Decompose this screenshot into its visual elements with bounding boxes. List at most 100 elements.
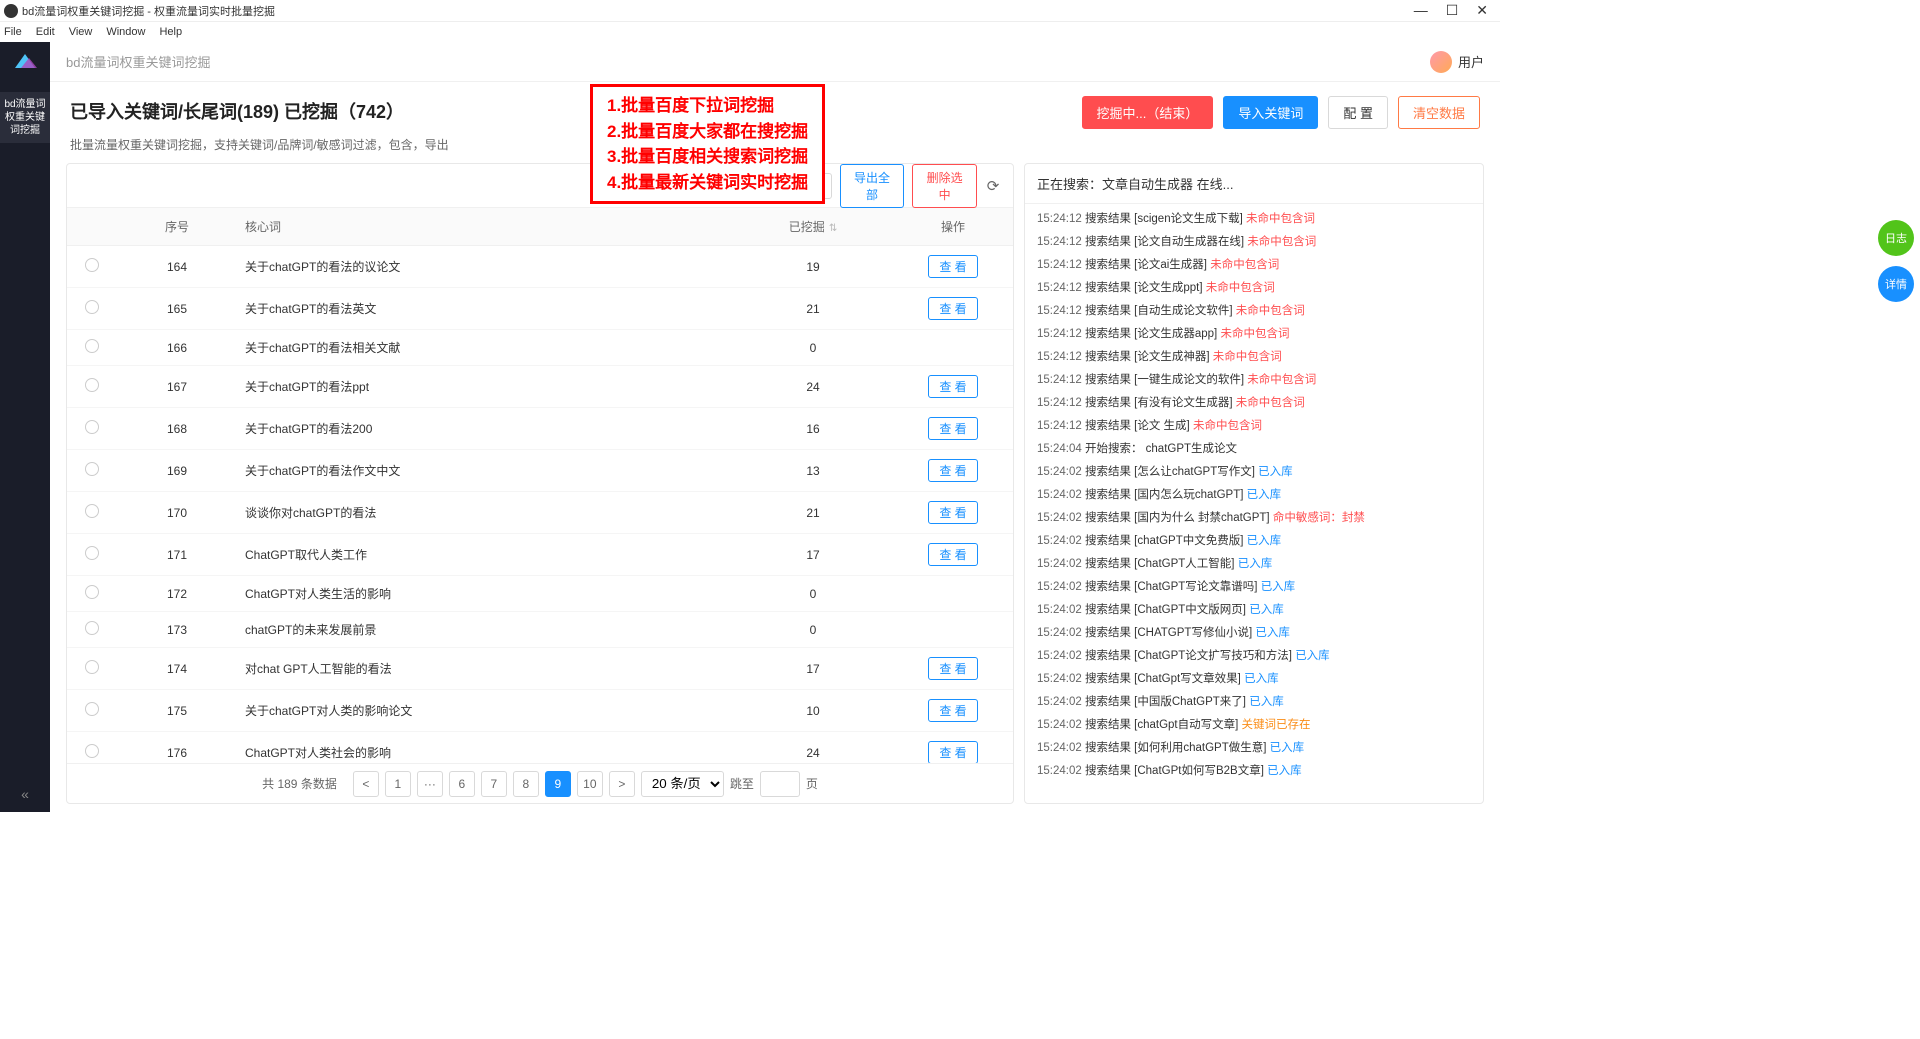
table-row: 165 关于chatGPT的看法英文 21 查 看 bbox=[67, 288, 1013, 330]
table-scroll[interactable]: 序号 核心词 已挖掘⇅ 操作 164 关于chatGPT的看法的议论文 19 查… bbox=[67, 208, 1013, 763]
cell-seq: 173 bbox=[117, 612, 237, 648]
view-button[interactable]: 查 看 bbox=[928, 657, 977, 680]
sidebar: bd流量词权重关键词挖掘 « bbox=[0, 42, 50, 812]
log-row: 15:24:02 搜索结果 [国内为什么 封禁chatGPT] 命中敏感词：封禁 bbox=[1037, 507, 1471, 530]
table-row: 175 关于chatGPT对人类的影响论文 10 查 看 bbox=[67, 690, 1013, 732]
log-row: 15:24:12 搜索结果 [论文生成ppt] 未命中包含词 bbox=[1037, 277, 1471, 300]
user-label: 用户 bbox=[1458, 52, 1484, 71]
log-row: 15:24:02 搜索结果 [国内怎么玩chatGPT] 已入库 bbox=[1037, 484, 1471, 507]
mining-button[interactable]: 挖掘中...（结束） bbox=[1082, 96, 1214, 129]
view-button[interactable]: 查 看 bbox=[928, 255, 977, 278]
cell-keyword: 关于chatGPT对人类的影响论文 bbox=[237, 690, 733, 732]
log-row: 15:24:02 搜索结果 [CHATGPT写修仙小说] 已入库 bbox=[1037, 622, 1471, 645]
cell-mined: 0 bbox=[733, 330, 893, 366]
view-button[interactable]: 查 看 bbox=[928, 699, 977, 722]
close-icon[interactable]: ✕ bbox=[1476, 2, 1488, 19]
float-detail-button[interactable]: 详情 bbox=[1878, 266, 1914, 302]
titlebar: bd流量词权重关键词挖掘 - 权重流量词实时批量挖掘 — ☐ ✕ bbox=[0, 0, 1500, 22]
log-row: 15:24:02 搜索结果 [中国版ChatGPT来了] 已入库 bbox=[1037, 691, 1471, 714]
clear-data-button[interactable]: 清空数据 bbox=[1398, 96, 1480, 129]
goto-page-input[interactable] bbox=[760, 771, 800, 797]
table-row: 176 ChatGPT对人类社会的影响 24 查 看 bbox=[67, 732, 1013, 764]
window-controls: — ☐ ✕ bbox=[1414, 2, 1496, 19]
page-button[interactable]: 10 bbox=[577, 771, 603, 797]
cell-keyword: 关于chatGPT的看法英文 bbox=[237, 288, 733, 330]
view-button[interactable]: 查 看 bbox=[928, 459, 977, 482]
import-keywords-button[interactable]: 导入关键词 bbox=[1223, 96, 1318, 129]
cell-keyword: ChatGPT对人类生活的影响 bbox=[237, 576, 733, 612]
page-button[interactable]: 9 bbox=[545, 771, 571, 797]
pagination-total: 共 189 条数据 bbox=[262, 775, 337, 792]
cell-mined: 19 bbox=[733, 246, 893, 288]
maximize-icon[interactable]: ☐ bbox=[1446, 2, 1459, 19]
row-radio[interactable] bbox=[85, 546, 99, 560]
view-button[interactable]: 查 看 bbox=[928, 417, 977, 440]
table-row: 168 关于chatGPT的看法200 16 查 看 bbox=[67, 408, 1013, 450]
export-all-button[interactable]: 导出全部 bbox=[840, 164, 905, 208]
view-button[interactable]: 查 看 bbox=[928, 741, 977, 763]
row-radio[interactable] bbox=[85, 462, 99, 476]
cell-seq: 166 bbox=[117, 330, 237, 366]
cell-mined: 0 bbox=[733, 612, 893, 648]
annotation-line: 4.批量最新关键词实时挖掘 bbox=[607, 170, 808, 196]
cell-mined: 17 bbox=[733, 534, 893, 576]
sidebar-collapse-icon[interactable]: « bbox=[21, 786, 29, 802]
float-buttons: 日志 详情 bbox=[1878, 220, 1914, 302]
cell-seq: 172 bbox=[117, 576, 237, 612]
log-header: 正在搜索：文章自动生成器 在线... bbox=[1025, 164, 1483, 204]
menu-window[interactable]: Window bbox=[106, 26, 145, 38]
config-button[interactable]: 配 置 bbox=[1328, 96, 1388, 129]
log-row: 15:24:12 搜索结果 [论文生成神器] 未命中包含词 bbox=[1037, 346, 1471, 369]
row-radio[interactable] bbox=[85, 258, 99, 272]
page-button[interactable]: 1 bbox=[385, 771, 411, 797]
row-radio[interactable] bbox=[85, 378, 99, 392]
pagination: 共 189 条数据 < 1···678910 > 20 条/页 跳至 页 bbox=[67, 763, 1013, 803]
cell-seq: 169 bbox=[117, 450, 237, 492]
row-radio[interactable] bbox=[85, 339, 99, 353]
menu-view[interactable]: View bbox=[69, 26, 93, 38]
log-row: 15:24:04 开始搜索： chatGPT生成论文 bbox=[1037, 438, 1471, 461]
cell-seq: 170 bbox=[117, 492, 237, 534]
cell-mined: 13 bbox=[733, 450, 893, 492]
refresh-icon[interactable]: ⟳ bbox=[985, 177, 1001, 195]
row-radio[interactable] bbox=[85, 300, 99, 314]
window-title: bd流量词权重关键词挖掘 - 权重流量词实时批量挖掘 bbox=[22, 3, 1414, 19]
log-row: 15:24:12 搜索结果 [论文生成器app] 未命中包含词 bbox=[1037, 323, 1471, 346]
page-button[interactable]: 7 bbox=[481, 771, 507, 797]
prev-page-button[interactable]: < bbox=[353, 771, 379, 797]
log-list[interactable]: 15:24:12 搜索结果 [scigen论文生成下载] 未命中包含词15:24… bbox=[1025, 204, 1483, 803]
row-radio[interactable] bbox=[85, 504, 99, 518]
cell-keyword: 谈谈你对chatGPT的看法 bbox=[237, 492, 733, 534]
logo-icon bbox=[11, 50, 39, 72]
menu-help[interactable]: Help bbox=[159, 26, 182, 38]
view-button[interactable]: 查 看 bbox=[928, 501, 977, 524]
row-radio[interactable] bbox=[85, 621, 99, 635]
page-button[interactable]: 8 bbox=[513, 771, 539, 797]
menu-file[interactable]: File bbox=[4, 26, 22, 38]
minimize-icon[interactable]: — bbox=[1414, 2, 1428, 19]
row-radio[interactable] bbox=[85, 420, 99, 434]
row-radio[interactable] bbox=[85, 585, 99, 599]
row-radio[interactable] bbox=[85, 702, 99, 716]
view-button[interactable]: 查 看 bbox=[928, 375, 977, 398]
next-page-button[interactable]: > bbox=[609, 771, 635, 797]
col-mined[interactable]: 已挖掘⇅ bbox=[733, 208, 893, 246]
page-button[interactable]: 6 bbox=[449, 771, 475, 797]
page-size-select[interactable]: 20 条/页 bbox=[641, 771, 724, 797]
log-row: 15:24:02 搜索结果 [ChatGPT写论文靠谱吗] 已入库 bbox=[1037, 576, 1471, 599]
float-log-button[interactable]: 日志 bbox=[1878, 220, 1914, 256]
view-button[interactable]: 查 看 bbox=[928, 297, 977, 320]
user-menu[interactable]: 用户 bbox=[1430, 51, 1484, 73]
sidebar-item-keyword-mining[interactable]: bd流量词权重关键词挖掘 bbox=[0, 92, 50, 143]
table-row: 164 关于chatGPT的看法的议论文 19 查 看 bbox=[67, 246, 1013, 288]
sort-icon: ⇅ bbox=[829, 223, 837, 234]
menu-edit[interactable]: Edit bbox=[36, 26, 55, 38]
view-button[interactable]: 查 看 bbox=[928, 543, 977, 566]
row-radio[interactable] bbox=[85, 744, 99, 758]
row-radio[interactable] bbox=[85, 660, 99, 674]
cell-seq: 165 bbox=[117, 288, 237, 330]
cell-mined: 21 bbox=[733, 288, 893, 330]
delete-selected-button[interactable]: 删除选中 bbox=[912, 164, 977, 208]
log-row: 15:24:12 搜索结果 [论文ai生成器] 未命中包含词 bbox=[1037, 254, 1471, 277]
cell-keyword: 对chat GPT人工智能的看法 bbox=[237, 648, 733, 690]
